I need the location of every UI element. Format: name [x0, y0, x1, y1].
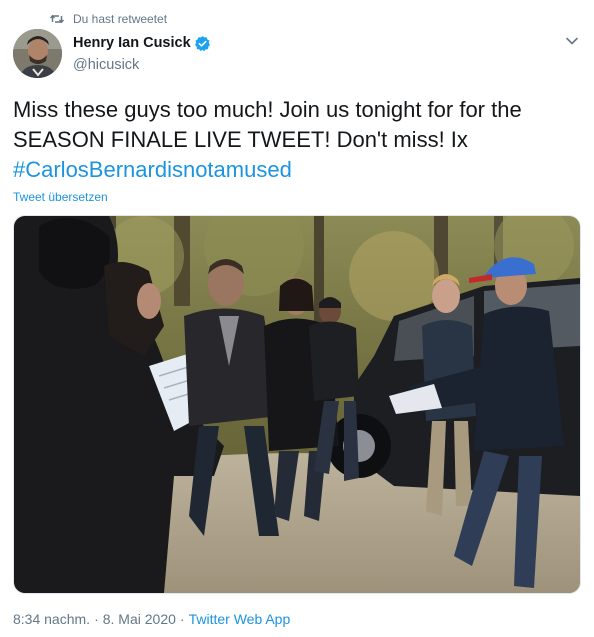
tweet-date[interactable]: 8. Mai 2020: [103, 611, 176, 627]
author-handle[interactable]: @hicusick: [73, 56, 211, 74]
tweet-body: Miss these guys too much! Join us tonigh…: [13, 95, 583, 185]
tweet-text: Miss these guys too much! Join us tonigh…: [13, 97, 522, 152]
chevron-down-icon[interactable]: [565, 36, 579, 46]
avatar[interactable]: [13, 29, 62, 78]
retweet-label: Du hast retweetet: [73, 12, 168, 26]
verified-badge-icon: [194, 35, 211, 52]
tweet-photo[interactable]: [13, 215, 581, 594]
tweet-meta: 8:34 nachm. · 8. Mai 2020 · Twitter Web …: [13, 611, 290, 627]
tweet-time[interactable]: 8:34 nachm.: [13, 611, 90, 627]
meta-separator-2: ·: [179, 611, 185, 627]
tweet-source-link[interactable]: Twitter Web App: [189, 611, 291, 627]
author-block[interactable]: Henry Ian Cusick @hicusick: [73, 34, 211, 74]
meta-separator: ·: [94, 611, 99, 627]
translate-link[interactable]: Tweet übersetzen: [13, 190, 108, 204]
hashtag-link[interactable]: #CarlosBernardisnotamused: [13, 157, 292, 182]
retweet-icon: [50, 13, 64, 25]
retweet-context: Du hast retweetet: [50, 11, 167, 27]
author-display-name[interactable]: Henry Ian Cusick: [73, 35, 191, 51]
